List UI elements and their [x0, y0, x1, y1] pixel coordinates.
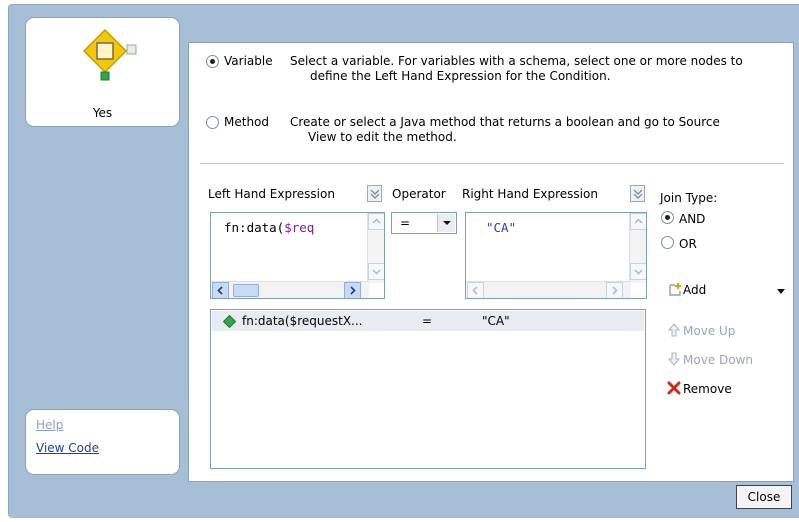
join-and-radio[interactable] — [661, 211, 674, 224]
view-code-link[interactable]: View Code — [36, 441, 99, 455]
scroll-down-button[interactable] — [630, 263, 646, 280]
arrow-down-icon — [667, 352, 681, 366]
condition-operator: = — [422, 314, 433, 328]
links-card: Help View Code — [25, 409, 180, 475]
chevron-left-icon — [472, 286, 478, 295]
rhs-expression-text: "CA" — [486, 220, 517, 235]
condition-lhs: fn:data($requestX... — [242, 314, 363, 328]
join-type-label: Join Type: — [660, 191, 718, 205]
move-down-label: Move Down — [683, 353, 753, 367]
scroll-up-button[interactable] — [630, 213, 646, 230]
condition-rhs: "CA" — [482, 314, 510, 328]
lhs-dropdown-button[interactable] — [367, 185, 382, 202]
remove-x-icon — [667, 381, 681, 395]
caret-down-icon — [443, 221, 451, 225]
condition-row[interactable]: fn:data($requestX... = "CA" — [212, 311, 644, 331]
lhs-label: Left Hand Expression — [208, 187, 335, 201]
condition-builder-panel: Variable Select a variable. For variable… — [188, 42, 794, 482]
chevron-up-icon — [372, 218, 381, 224]
caret-down-icon — [777, 289, 785, 294]
move-up-label: Move Up — [683, 324, 736, 338]
operator-value: = — [400, 216, 411, 230]
method-description-line2: View to edit the method. — [308, 130, 457, 144]
lhs-expression-text: fn:data($req — [224, 220, 315, 235]
method-option-label[interactable]: Method — [224, 115, 269, 129]
rhs-expression-editor[interactable]: "CA" — [465, 212, 647, 299]
remove-label: Remove — [683, 382, 732, 396]
dropdown-arrow[interactable] — [437, 214, 455, 232]
rhs-label: Right Hand Expression — [462, 187, 598, 201]
chevron-left-icon — [217, 286, 223, 295]
add-condition-icon — [669, 283, 681, 296]
decision-node-icon — [82, 28, 137, 81]
variable-description-line1: Select a variable. For variables with a … — [290, 54, 743, 68]
lhs-horizontal-scrollbar[interactable] — [211, 281, 369, 298]
arrow-up-icon — [667, 323, 681, 337]
conditions-list[interactable]: fn:data($requestX... = "CA" — [210, 309, 646, 469]
double-chevron-down-icon — [370, 189, 380, 199]
add-button[interactable]: Add — [667, 283, 787, 301]
condition-diamond-icon — [223, 315, 236, 328]
rhs-vertical-scrollbar[interactable] — [629, 213, 646, 283]
lhs-vertical-scrollbar[interactable] — [367, 213, 384, 283]
join-or-radio[interactable] — [661, 236, 674, 249]
scroll-left-button[interactable] — [212, 282, 229, 298]
section-divider — [200, 163, 784, 164]
lhs-expression-editor[interactable]: fn:data($req — [210, 212, 385, 299]
scroll-up-button[interactable] — [368, 213, 384, 230]
scroll-down-button[interactable] — [368, 263, 384, 280]
join-and-label[interactable]: AND — [679, 212, 705, 226]
variable-description-line2: define the Left Hand Expression for the … — [310, 69, 611, 83]
operator-select[interactable]: = — [391, 212, 457, 234]
variable-option-label[interactable]: Variable — [224, 54, 273, 68]
move-up-button[interactable]: Move Up — [667, 323, 777, 340]
method-description-line1: Create or select a Java method that retu… — [290, 115, 720, 129]
chevron-right-icon — [350, 286, 356, 295]
node-label: Yes — [92, 106, 113, 120]
scroll-left-button[interactable] — [467, 282, 484, 298]
scroll-right-button[interactable] — [606, 282, 623, 298]
add-button-label: Add — [683, 283, 707, 297]
method-radio[interactable] — [206, 116, 219, 129]
join-or-label[interactable]: OR — [679, 237, 697, 251]
node-card[interactable]: Yes — [25, 17, 180, 127]
scroll-thumb[interactable] — [233, 284, 259, 297]
chevron-down-icon — [372, 269, 381, 275]
variable-radio[interactable] — [206, 55, 219, 68]
help-link[interactable]: Help — [36, 418, 63, 432]
close-button[interactable]: Close — [736, 485, 792, 509]
remove-button[interactable]: Remove — [667, 381, 777, 398]
chevron-right-icon — [612, 286, 618, 295]
scroll-right-button[interactable] — [344, 282, 361, 298]
condition-dialog: Yes Help View Code Variable Select a var… — [8, 4, 799, 518]
operator-label: Operator — [392, 187, 446, 201]
move-down-button[interactable]: Move Down — [667, 352, 777, 369]
rhs-dropdown-button[interactable] — [630, 185, 645, 202]
chevron-down-icon — [634, 269, 643, 275]
double-chevron-down-icon — [633, 189, 643, 199]
chevron-up-icon — [634, 218, 643, 224]
rhs-horizontal-scrollbar[interactable] — [466, 281, 631, 298]
